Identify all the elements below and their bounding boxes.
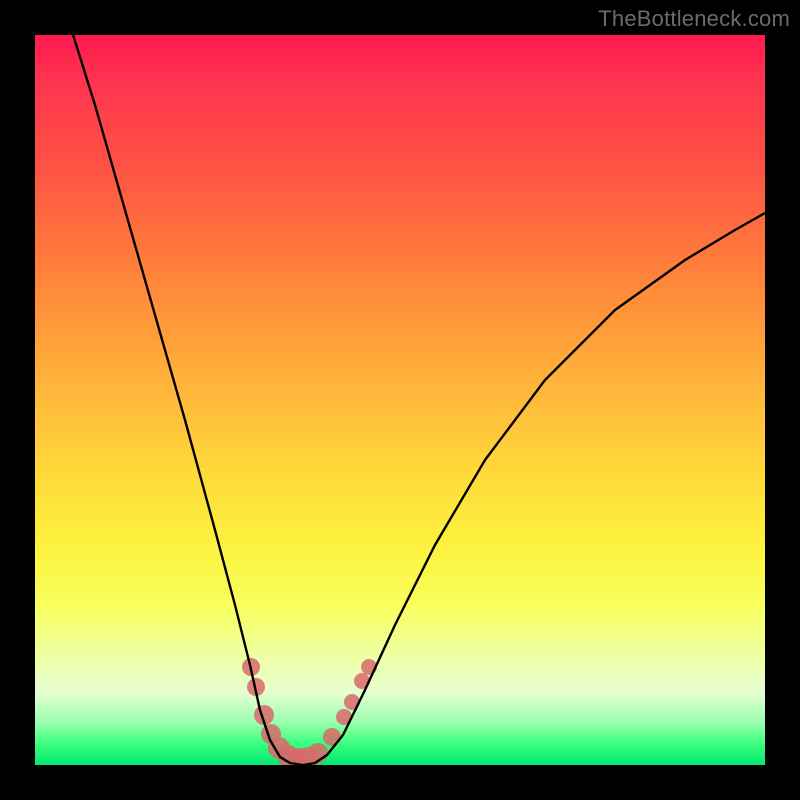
watermark-label: TheBottleneck.com [598, 6, 790, 32]
bottleneck-curve [70, 35, 765, 765]
plot-area [35, 35, 765, 765]
chart-frame: TheBottleneck.com [0, 0, 800, 800]
highlight-markers [242, 658, 377, 765]
curve-svg [35, 35, 765, 765]
marker-dot [323, 728, 341, 746]
